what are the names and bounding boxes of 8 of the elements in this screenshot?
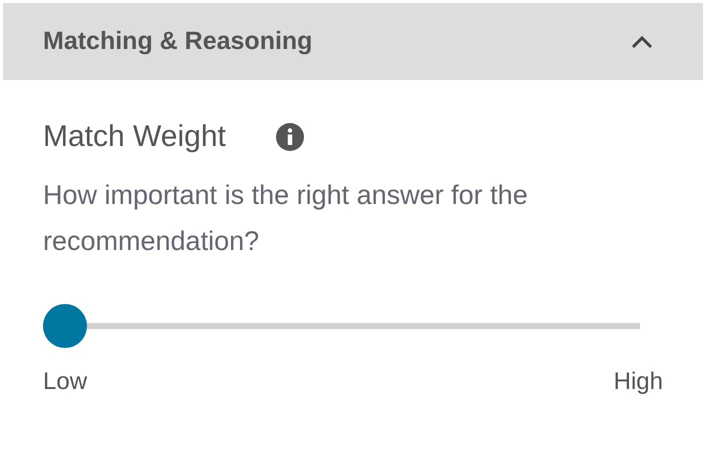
question-text: How important is the right answer for the recommendation?	[43, 179, 529, 258]
section-title: Matching & Reasoning	[43, 27, 312, 56]
info-icon[interactable]	[276, 123, 304, 151]
field-label: Match Weight	[43, 120, 226, 154]
slider-thumb[interactable]	[43, 304, 87, 348]
min-label: Low	[43, 368, 88, 396]
section-header[interactable]: Matching & Reasoning	[3, 3, 703, 80]
max-label: High	[614, 368, 663, 396]
